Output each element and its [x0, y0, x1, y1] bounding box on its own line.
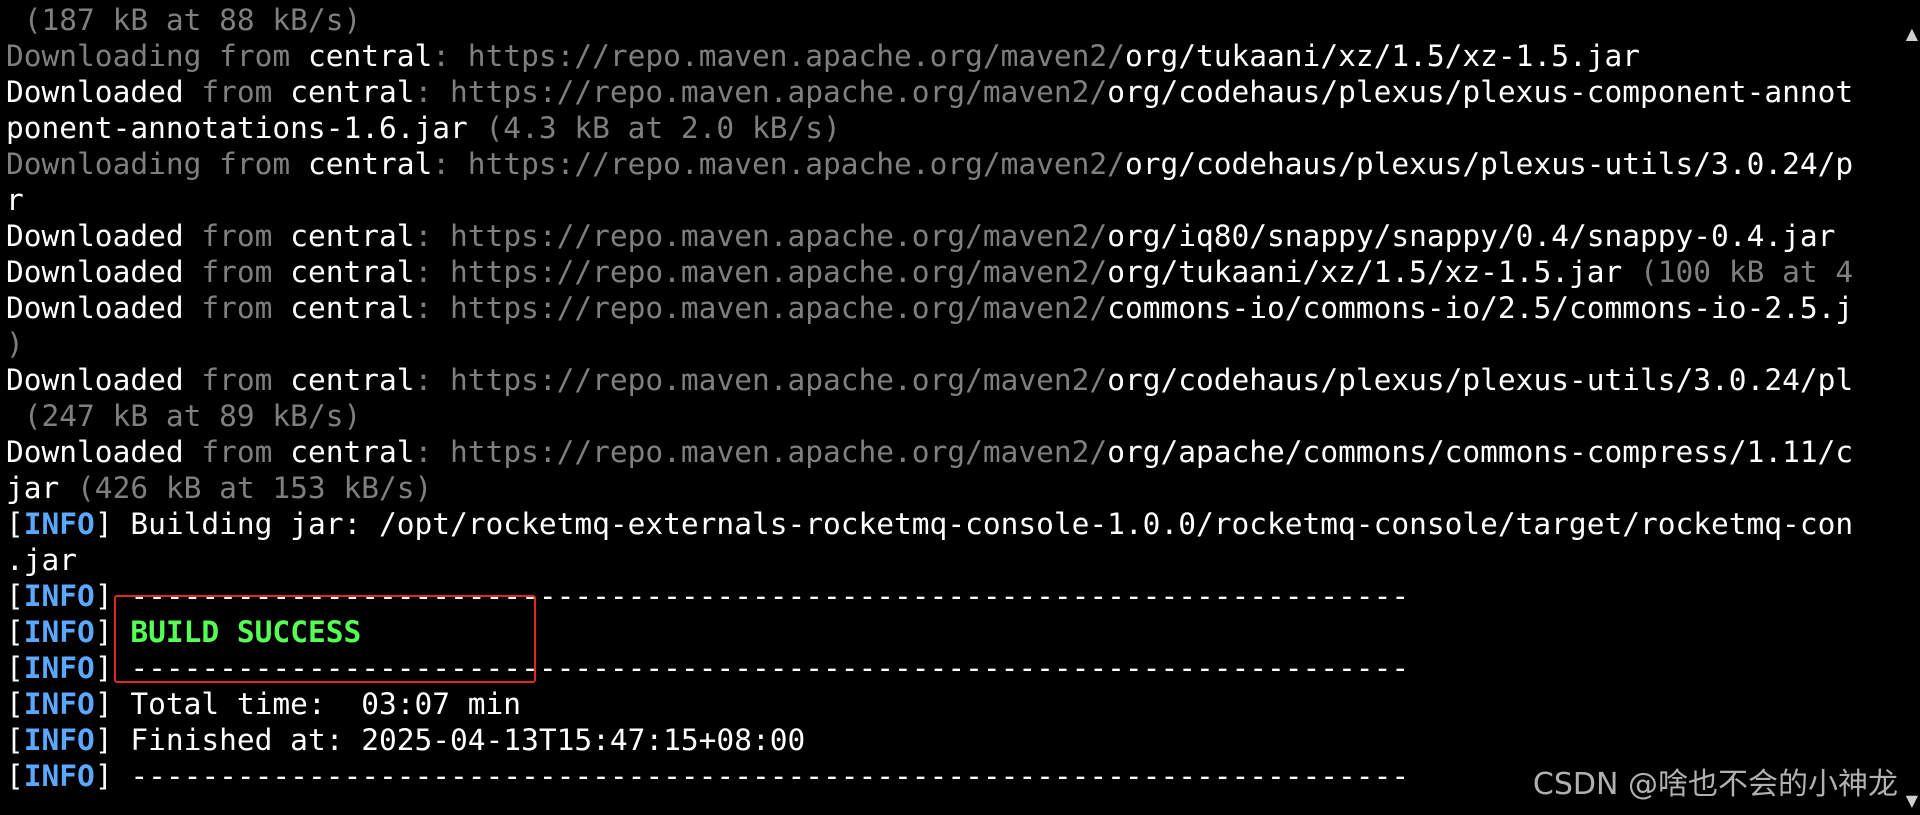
terminal-text-segment: [	[6, 687, 24, 721]
terminal-text-segment: from	[201, 291, 291, 325]
terminal-line: Downloaded from central: https://repo.ma…	[6, 254, 1886, 290]
terminal-text-segment: : https://repo.maven.apache.org/maven2/	[414, 219, 1108, 253]
terminal-line: Downloaded from central: https://repo.ma…	[6, 290, 1886, 326]
scroll-down-icon[interactable]: ▼	[1906, 793, 1918, 809]
terminal-text-segment: : https://repo.maven.apache.org/maven2/	[432, 147, 1125, 181]
terminal-text-segment: ] Finished at: 2025-04-13T15:47:15+08:00	[94, 723, 806, 757]
terminal-text-segment: ] Total time: 03:07 min	[94, 687, 522, 721]
terminal-text-segment: Downloaded	[6, 435, 202, 469]
terminal-line: ponent-annotations-1.6.jar (4.3 kB at 2.…	[6, 110, 1886, 146]
terminal-text-segment: org/tukaani/xz/1.5/xz-1.5.jar	[1124, 39, 1641, 73]
terminal-line: Downloaded from central: https://repo.ma…	[6, 218, 1886, 254]
terminal-text-segment: Downloading	[6, 147, 220, 181]
terminal-text-segment: Downloaded	[6, 291, 202, 325]
terminal-text-segment: commons-io/commons-io/2.5/commons-io-2.5…	[1107, 291, 1854, 325]
terminal-line: (247 kB at 89 kB/s)	[6, 398, 1886, 434]
build-success-highlight	[114, 595, 536, 683]
terminal-text-segment: central	[290, 291, 415, 325]
terminal-text-segment: jar	[6, 471, 78, 505]
terminal-line: Downloading from central: https://repo.m…	[6, 38, 1886, 74]
terminal-text-segment: org/codehaus/plexus/plexus-component-ann…	[1107, 75, 1854, 109]
terminal-line: jar (426 kB at 153 kB/s)	[6, 470, 1886, 506]
terminal-line: .jar	[6, 542, 1886, 578]
terminal-text-segment: central	[290, 363, 415, 397]
terminal-text-segment: central	[290, 255, 415, 289]
terminal-text-segment: org/iq80/snappy/snappy/0.4/snappy-0.4.ja…	[1107, 219, 1836, 253]
terminal-text-segment: (247 kB at 89 kB/s)	[6, 399, 362, 433]
terminal-line: (187 kB at 88 kB/s)	[6, 2, 1886, 38]
terminal-text-segment: central	[307, 147, 433, 181]
terminal-text-segment: (4.3 kB at 2.0 kB/s)	[485, 111, 841, 145]
terminal-text-segment: : https://repo.maven.apache.org/maven2/	[414, 291, 1108, 325]
terminal-text-segment: from	[201, 363, 291, 397]
terminal-text-segment: ] Building jar: /opt/rocketmq-externals-…	[94, 507, 1854, 541]
terminal-text-segment: : https://repo.maven.apache.org/maven2/	[414, 363, 1108, 397]
terminal-text-segment: (426 kB at 153 kB/s)	[77, 471, 433, 505]
terminal-text-segment: [	[6, 507, 24, 541]
terminal-text-segment: Downloaded	[6, 219, 202, 253]
info-tag: INFO	[23, 723, 95, 757]
terminal-text-segment: (187 kB at 88 kB/s)	[6, 3, 362, 37]
terminal-text-segment: [	[6, 759, 24, 793]
info-tag: INFO	[23, 651, 95, 685]
terminal-text-segment: central	[290, 435, 415, 469]
terminal-text-segment: : https://repo.maven.apache.org/maven2/	[414, 75, 1108, 109]
terminal-text-segment: from	[201, 255, 291, 289]
terminal-text-segment: ponent-annotations-1.6.jar	[6, 111, 486, 145]
terminal-text-segment: org/tukaani/xz/1.5/xz-1.5.jar	[1107, 255, 1641, 289]
terminal-text-segment: org/codehaus/plexus/plexus-utils/3.0.24/…	[1124, 147, 1854, 181]
terminal-text-segment: from	[201, 435, 291, 469]
terminal-line: [INFO] Building jar: /opt/rocketmq-exter…	[6, 506, 1886, 542]
terminal-window[interactable]: (187 kB at 88 kB/s) Downloading from cent…	[0, 0, 1920, 815]
terminal-text-segment: : https://repo.maven.apache.org/maven2/	[432, 39, 1125, 73]
terminal-text-segment: org/apache/commons/commons-compress/1.11…	[1107, 435, 1854, 469]
terminal-line: r	[6, 182, 1886, 218]
terminal-line: [INFO] Finished at: 2025-04-13T15:47:15+…	[6, 722, 1886, 758]
terminal-text-segment: from	[219, 147, 308, 181]
terminal-line: [INFO] Total time: 03:07 min	[6, 686, 1886, 722]
info-tag: INFO	[23, 759, 95, 793]
info-tag: INFO	[23, 615, 95, 649]
terminal-text-segment: Downloaded	[6, 363, 202, 397]
terminal-line: Downloaded from central: https://repo.ma…	[6, 74, 1886, 110]
terminal-text-segment: central	[290, 219, 415, 253]
info-tag: INFO	[23, 507, 95, 541]
terminal-line: )	[6, 326, 1886, 362]
info-tag: INFO	[23, 579, 95, 613]
terminal-text-segment: org/codehaus/plexus/plexus-utils/3.0.24/…	[1107, 363, 1854, 397]
terminal-line: Downloaded from central: https://repo.ma…	[6, 434, 1886, 470]
terminal-line: Downloading from central: https://repo.m…	[6, 146, 1886, 182]
terminal-text-segment: from	[201, 75, 291, 109]
terminal-text-segment: central	[307, 39, 433, 73]
terminal-text-segment: [	[6, 723, 24, 757]
terminal-text-segment: Downloading	[6, 39, 220, 73]
terminal-text-segment: .jar	[6, 543, 78, 577]
terminal-line: Downloaded from central: https://repo.ma…	[6, 362, 1886, 398]
terminal-text-segment: from	[201, 219, 291, 253]
terminal-text-segment: [	[6, 579, 24, 613]
csdn-watermark: CSDN @啥也不会的小神龙	[1532, 767, 1898, 802]
terminal-text-segment: [	[6, 651, 24, 685]
terminal-text-segment: central	[290, 75, 415, 109]
terminal-text-segment: from	[219, 39, 308, 73]
terminal-text-segment: )	[6, 327, 24, 361]
terminal-text-segment: [	[6, 615, 24, 649]
terminal-text-segment: ] --------------------------------------…	[94, 759, 1410, 793]
scroll-up-icon[interactable]: ▲	[1906, 26, 1918, 42]
terminal-text-segment: : https://repo.maven.apache.org/maven2/	[414, 255, 1108, 289]
info-tag: INFO	[23, 687, 95, 721]
terminal-text-segment: r	[6, 183, 24, 217]
terminal-text-segment: : https://repo.maven.apache.org/maven2/	[414, 435, 1108, 469]
terminal-text-segment: Downloaded	[6, 75, 202, 109]
terminal-text-segment: (100 kB at 4	[1640, 255, 1854, 289]
terminal-text-segment: Downloaded	[6, 255, 202, 289]
